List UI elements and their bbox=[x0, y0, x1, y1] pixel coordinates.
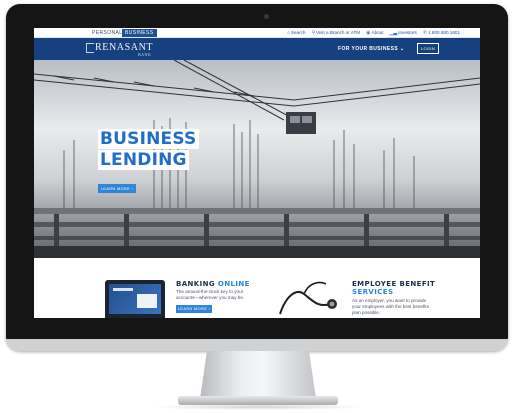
banking-online-heading: BANKING ONLINE bbox=[176, 280, 250, 288]
laptop-screen bbox=[109, 284, 161, 314]
banking-online-title: BANKING bbox=[176, 280, 216, 288]
employee-benefit-heading: EMPLOYEE BENEFIT SERVICES bbox=[352, 280, 435, 296]
tab-personal[interactable]: PERSONAL bbox=[89, 29, 125, 37]
branch-atm-label: Visit a Branch or ATM bbox=[316, 30, 361, 35]
promo-strip: BANKING ONLINE The around-the-clock key … bbox=[34, 258, 480, 318]
employee-benefit-text: As an employer, you want to provide your… bbox=[352, 298, 429, 315]
phone-label: 1.800.680.1601 bbox=[428, 30, 460, 35]
logo-mark bbox=[86, 43, 94, 53]
phone-link[interactable]: ✆ 1.800.680.1601 bbox=[423, 29, 460, 37]
monitor-stand bbox=[200, 351, 316, 399]
banking-online-accent: ONLINE bbox=[217, 280, 250, 288]
employee-benefit-title: EMPLOYEE BENEFIT bbox=[352, 280, 436, 288]
chart-icon: ▁▃ bbox=[389, 30, 398, 36]
business-menu-dropdown[interactable]: FOR YOUR BUSINESS ⌄ bbox=[338, 45, 404, 53]
main-nav: RENASANT BANK FOR YOUR BUSINESS ⌄ LOGIN bbox=[34, 38, 480, 60]
phone-icon: ✆ bbox=[422, 30, 428, 36]
utility-bar: PERSONAL BUSINESS ⌕ Search ⚲ Visit a Bra… bbox=[34, 28, 480, 38]
hero-title-line-1: BUSINESS bbox=[98, 129, 199, 149]
about-link[interactable]: ◉ About bbox=[366, 29, 383, 37]
search-label: Search bbox=[290, 30, 306, 35]
laptop-login-box bbox=[137, 294, 157, 308]
website-screen: PERSONAL BUSINESS ⌕ Search ⚲ Visit a Bra… bbox=[34, 28, 480, 318]
utility-links: ⌕ Search ⚲ Visit a Branch or ATM ◉ About… bbox=[287, 29, 460, 37]
webcam bbox=[264, 14, 269, 19]
employee-benefit-accent: SERVICES bbox=[352, 288, 394, 296]
stethoscope-image bbox=[279, 281, 337, 315]
investors-label: Investors bbox=[398, 30, 417, 35]
banking-online-learn-more-button[interactable]: LEARN MORE › bbox=[176, 305, 212, 313]
login-button[interactable]: LOGIN bbox=[417, 43, 439, 54]
about-label: About bbox=[371, 30, 384, 35]
search-icon: ⌕ bbox=[287, 30, 290, 36]
floor-shadow bbox=[150, 404, 366, 410]
search-link[interactable]: ⌕ Search bbox=[287, 29, 305, 37]
investors-link[interactable]: ▁▃ Investors bbox=[390, 29, 417, 37]
location-pin-icon: ⚲ bbox=[311, 30, 316, 36]
bank-logo[interactable]: RENASANT BANK bbox=[86, 41, 156, 57]
laptop-header-bar bbox=[113, 288, 133, 291]
laptop-image bbox=[105, 280, 165, 318]
tab-business[interactable]: BUSINESS bbox=[122, 29, 157, 37]
hero-title-line-2: LENDING bbox=[98, 150, 189, 170]
hero-banner: BUSINESS LENDING LEARN MORE › bbox=[34, 60, 480, 258]
branch-atm-link[interactable]: ⚲ Visit a Branch or ATM bbox=[311, 29, 360, 37]
logo-subtitle: BANK bbox=[138, 52, 152, 57]
monitor-chin bbox=[6, 339, 508, 351]
info-icon: ◉ bbox=[366, 30, 371, 36]
hero-learn-more-button[interactable]: LEARN MORE › bbox=[98, 184, 136, 193]
banking-online-text: The around-the-clock key to your account… bbox=[176, 289, 245, 300]
hero-title: BUSINESS LENDING bbox=[98, 129, 199, 171]
